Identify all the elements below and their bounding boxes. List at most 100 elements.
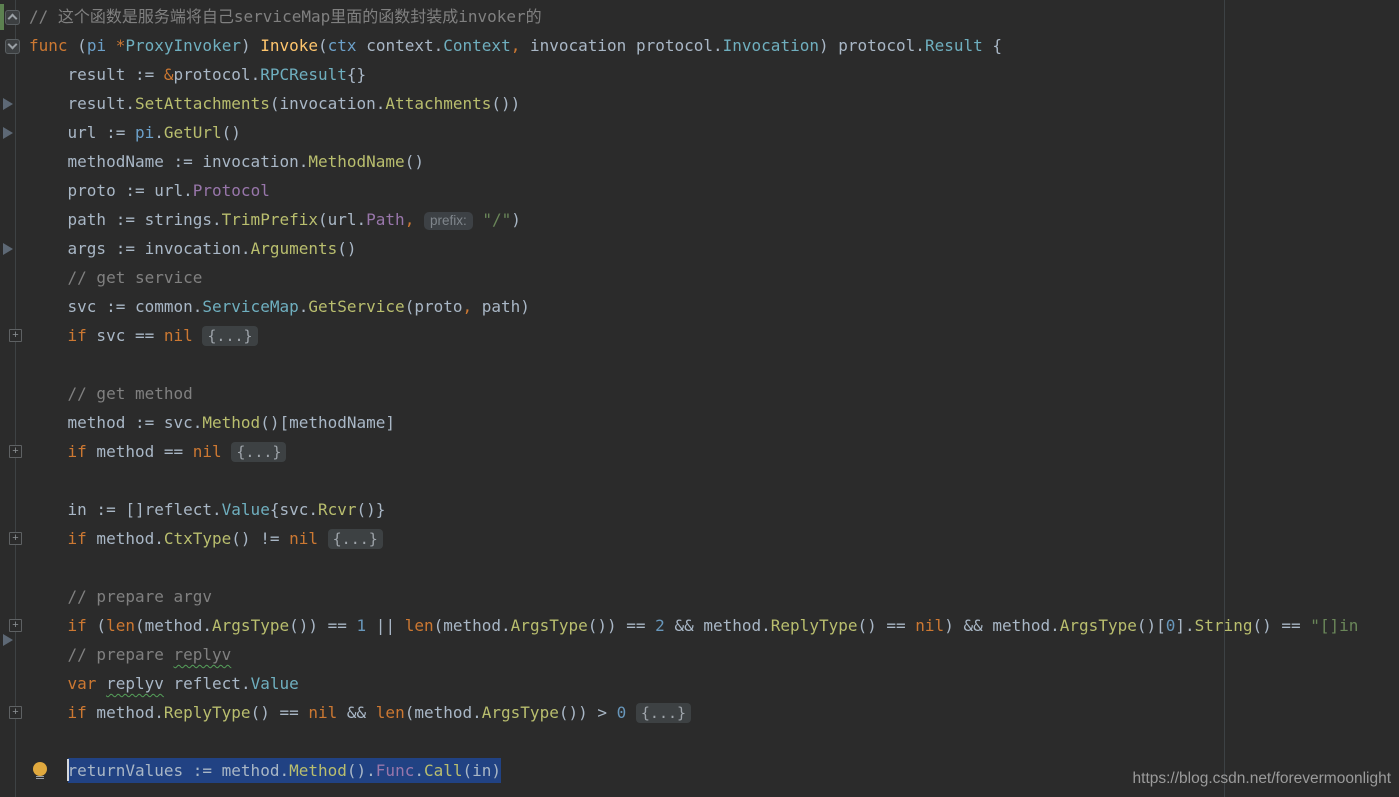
code-token: ) && method. — [944, 616, 1060, 635]
code-line[interactable]: + if (len(method.ArgsType()) == 1 || len… — [0, 611, 1399, 640]
fold-collapse-icon[interactable] — [5, 10, 20, 25]
fold-expand-icon[interactable] — [5, 39, 20, 54]
fold-arrow-icon[interactable] — [3, 127, 13, 139]
code-line[interactable] — [0, 350, 1399, 379]
code-line[interactable]: + if method.ReplyType() == nil && len(me… — [0, 698, 1399, 727]
code-token: () — [222, 123, 241, 142]
code-token: url := — [29, 123, 135, 142]
code-line[interactable]: + if method == nil {...} — [0, 437, 1399, 466]
code-line-text: // 这个函数是服务端将自己serviceMap里面的函数封装成invoker的 — [29, 7, 542, 26]
code-line-text: func (pi *ProxyInvoker) Invoke(ctx conte… — [29, 36, 1002, 55]
code-token — [29, 326, 68, 345]
code-token: 2 — [655, 616, 665, 635]
code-token: Method — [202, 413, 260, 432]
code-token: GetUrl — [164, 123, 222, 142]
code-line[interactable]: in := []reflect.Value{svc.Rcvr()} — [0, 495, 1399, 524]
fold-arrow-icon[interactable] — [3, 98, 13, 110]
code-line[interactable]: url := pi.GetUrl() — [0, 118, 1399, 147]
code-token: in := []reflect. — [29, 500, 222, 519]
code-line[interactable] — [0, 553, 1399, 582]
code-line-text: url := pi.GetUrl() — [29, 123, 241, 142]
code-line-text: proto := url.Protocol — [29, 181, 270, 200]
code-token: path := strings. — [29, 210, 222, 229]
code-token: nil — [164, 326, 193, 345]
fold-plus-icon[interactable]: + — [9, 329, 22, 342]
code-line-text: // prepare replyv — [29, 645, 231, 664]
code-token: method == — [87, 442, 193, 461]
folded-block[interactable]: {...} — [328, 529, 383, 549]
code-token: pi — [87, 36, 106, 55]
code-line[interactable]: + if svc == nil {...} — [0, 321, 1399, 350]
selected-text[interactable]: returnValues := method.Method().Func.Cal… — [68, 761, 502, 780]
intention-lightbulb-icon[interactable] — [33, 762, 47, 776]
code-token: svc == — [87, 326, 164, 345]
code-line[interactable]: // get service — [0, 263, 1399, 292]
code-line[interactable]: result := &protocol.RPCResult{} — [0, 60, 1399, 89]
code-token: 0 — [1166, 616, 1176, 635]
code-line[interactable]: result.SetAttachments(invocation.Attachm… — [0, 89, 1399, 118]
code-line-text: var replyv reflect.Value — [29, 674, 299, 693]
folded-block[interactable]: {...} — [202, 326, 257, 346]
code-token: SetAttachments — [135, 94, 270, 113]
code-token: && — [337, 703, 376, 722]
code-token: (method. — [405, 703, 482, 722]
code-token: Context — [443, 36, 510, 55]
code-token: ()[ — [1137, 616, 1166, 635]
code-line[interactable] — [0, 466, 1399, 495]
code-token: if — [68, 529, 87, 548]
code-editor[interactable]: // 这个函数是服务端将自己serviceMap里面的函数封装成invoker的… — [0, 0, 1399, 797]
code-line[interactable]: func (pi *ProxyInvoker) Invoke(ctx conte… — [0, 31, 1399, 60]
code-token: method. — [87, 529, 164, 548]
fold-arrow-icon[interactable] — [3, 243, 13, 255]
code-line[interactable]: + if method.CtxType() != nil {...} — [0, 524, 1399, 553]
fold-plus-icon[interactable]: + — [9, 445, 22, 458]
code-token: methodName := invocation. — [29, 152, 308, 171]
fold-arrow-icon[interactable] — [3, 634, 13, 646]
code-token: nil — [289, 529, 318, 548]
code-token: ()) — [491, 94, 520, 113]
code-token: ( — [77, 36, 87, 55]
code-token — [318, 529, 328, 548]
folded-block[interactable]: {...} — [636, 703, 691, 723]
code-line[interactable]: // prepare argv — [0, 582, 1399, 611]
code-line[interactable]: svc := common.ServiceMap.GetService(prot… — [0, 292, 1399, 321]
code-line[interactable]: path := strings.TrimPrefix(url.Path, pre… — [0, 205, 1399, 234]
code-line[interactable]: // 这个函数是服务端将自己serviceMap里面的函数封装成invoker的 — [0, 2, 1399, 31]
code-line[interactable]: // get method — [0, 379, 1399, 408]
code-token: (). — [347, 761, 376, 780]
code-line[interactable]: methodName := invocation.MethodName() — [0, 147, 1399, 176]
code-token: Attachments — [385, 94, 491, 113]
code-area[interactable]: // 这个函数是服务端将自己serviceMap里面的函数封装成invoker的… — [0, 2, 1399, 785]
fold-plus-icon[interactable]: + — [9, 619, 22, 632]
code-token: "[]in — [1310, 616, 1358, 635]
code-token: if — [68, 442, 87, 461]
code-line[interactable]: // prepare replyv — [0, 640, 1399, 669]
code-token: result := — [29, 65, 164, 84]
code-token: ArgsType — [482, 703, 559, 722]
code-line[interactable]: args := invocation.Arguments() — [0, 234, 1399, 263]
code-token: 0 — [617, 703, 627, 722]
code-line[interactable]: proto := url.Protocol — [0, 176, 1399, 205]
code-token: // prepare argv — [68, 587, 213, 606]
code-token: GetService — [308, 297, 404, 316]
code-token: . — [414, 761, 424, 780]
folded-block[interactable]: {...} — [231, 442, 286, 462]
code-token: // 这个函数是服务端将自己serviceMap里面的函数封装成invoker的 — [29, 7, 542, 26]
code-token: Value — [222, 500, 270, 519]
code-token: nil — [193, 442, 222, 461]
code-token: len — [376, 703, 405, 722]
code-line[interactable] — [0, 727, 1399, 756]
code-line[interactable]: method := svc.Method()[methodName] — [0, 408, 1399, 437]
fold-plus-icon[interactable]: + — [9, 532, 22, 545]
code-line-text: result := &protocol.RPCResult{} — [29, 65, 366, 84]
code-token: && method. — [665, 616, 771, 635]
fold-plus-icon[interactable]: + — [9, 706, 22, 719]
code-line[interactable]: var replyv reflect.Value — [0, 669, 1399, 698]
code-token: result. — [29, 94, 135, 113]
vcs-change-marker[interactable] — [0, 4, 4, 30]
code-line-text: // get method — [29, 384, 193, 403]
code-token: || — [366, 616, 405, 635]
code-token: Func — [376, 761, 415, 780]
code-token: , — [511, 36, 521, 55]
code-line-text: if method.CtxType() != nil {...} — [29, 529, 383, 548]
